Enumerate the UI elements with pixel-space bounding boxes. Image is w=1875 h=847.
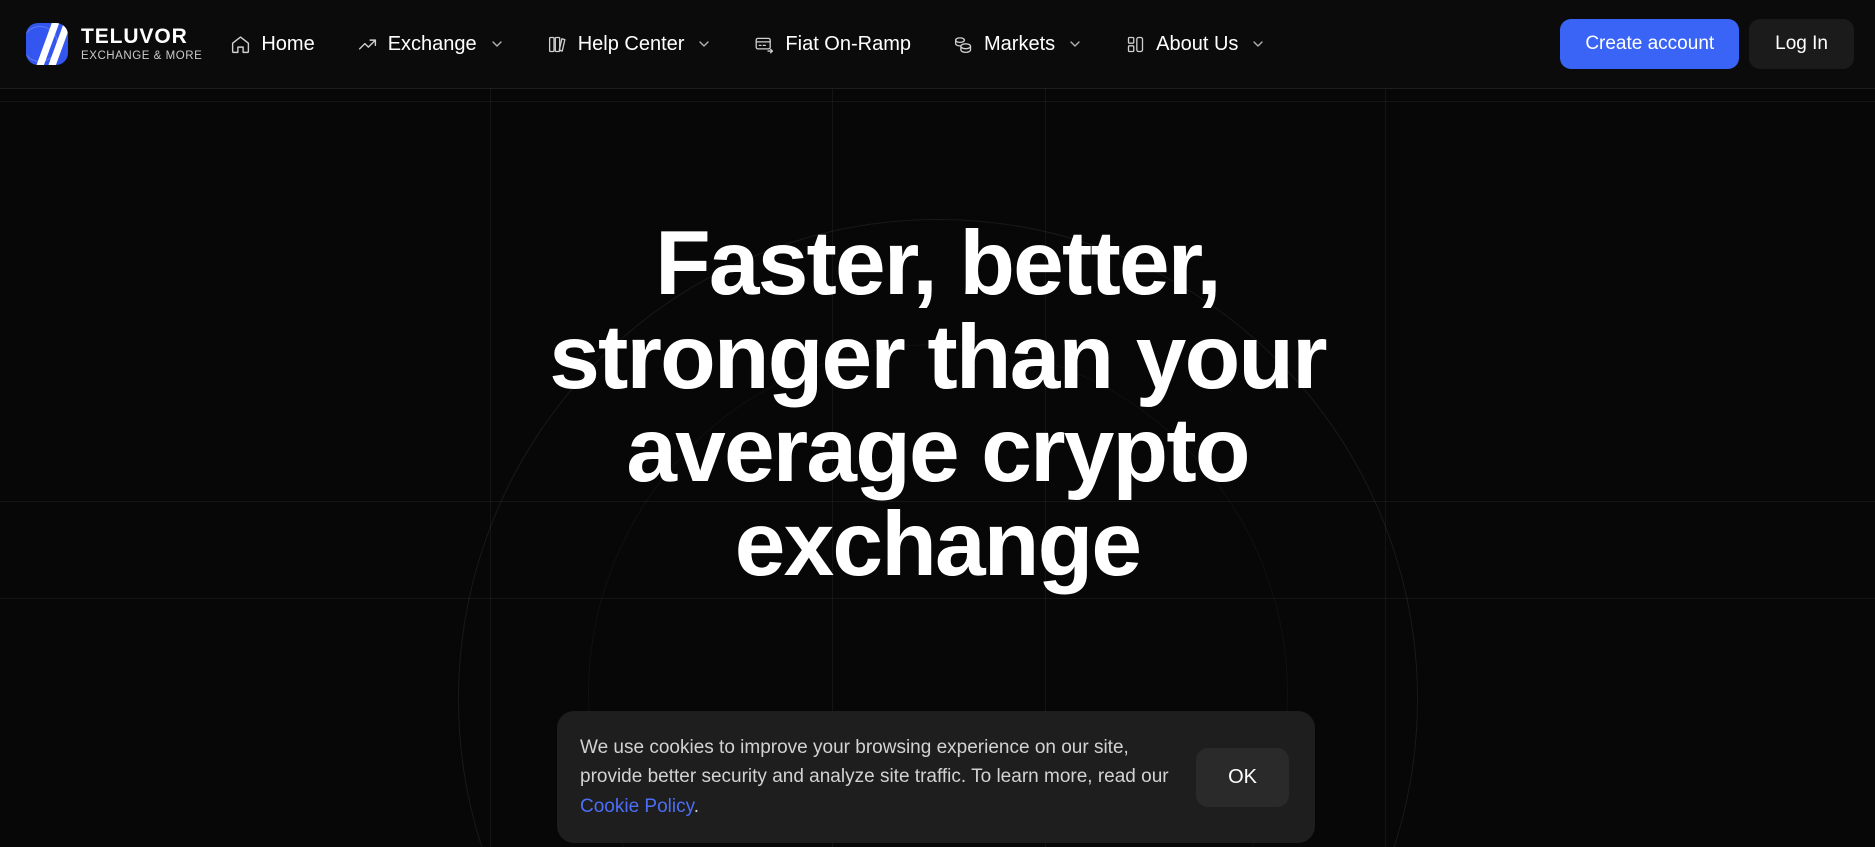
coins-icon	[953, 34, 974, 55]
chevron-down-icon[interactable]	[489, 36, 505, 52]
books-icon	[547, 34, 568, 55]
nav-label-fiat-on-ramp: Fiat On-Ramp	[785, 32, 911, 55]
hero-headline: Faster, better, stronger than your avera…	[549, 213, 1327, 596]
brand-text: TELUVOR EXCHANGE & MORE	[81, 26, 202, 63]
cookie-text-after-link: .	[693, 795, 699, 817]
nav-item-markets[interactable]: Markets	[943, 25, 1093, 64]
chevron-down-icon[interactable]	[1250, 36, 1266, 52]
grid-line-horizontal	[0, 598, 1875, 599]
nav-label-home: Home	[261, 32, 315, 55]
nav-label-markets: Markets	[984, 32, 1056, 55]
brand-tagline: EXCHANGE & MORE	[81, 49, 203, 62]
chevron-down-icon[interactable]	[1067, 36, 1083, 52]
card-arrow-icon	[754, 34, 775, 55]
main-navigation: Home Exchange Help Center Fiat On-Ramp M…	[220, 25, 1560, 64]
nav-item-exchange[interactable]: Exchange	[347, 25, 515, 64]
nav-label-about-us: About Us	[1156, 32, 1239, 55]
building-blocks-icon	[1125, 34, 1146, 55]
grid-line-horizontal	[0, 101, 1875, 102]
create-account-button[interactable]: Create account	[1560, 19, 1740, 69]
login-button[interactable]: Log In	[1749, 19, 1854, 69]
site-header: TELUVOR EXCHANGE & MORE Home Exchange He…	[0, 0, 1875, 89]
teluvor-slash-logo-icon	[26, 23, 68, 65]
grid-line-vertical	[1385, 89, 1386, 847]
cookie-banner-text: We use cookies to improve your browsing …	[580, 733, 1178, 821]
page-root: TELUVOR EXCHANGE & MORE Home Exchange He…	[0, 0, 1875, 847]
nav-item-help-center[interactable]: Help Center	[537, 25, 723, 64]
nav-item-about-us[interactable]: About Us	[1115, 25, 1276, 64]
nav-item-fiat-on-ramp[interactable]: Fiat On-Ramp	[744, 25, 921, 64]
brand-logo[interactable]: TELUVOR EXCHANGE & MORE	[26, 23, 202, 65]
home-icon	[230, 34, 251, 55]
header-actions: Create account Log In	[1560, 19, 1854, 69]
brand-name: TELUVOR	[81, 24, 188, 48]
cookie-policy-link[interactable]: Cookie Policy	[580, 796, 694, 817]
nav-item-home[interactable]: Home	[220, 25, 324, 64]
chevron-down-icon[interactable]	[696, 36, 712, 52]
cookie-consent-banner: We use cookies to improve your browsing …	[557, 711, 1315, 844]
nav-label-exchange: Exchange	[387, 32, 477, 55]
trending-up-icon	[357, 34, 378, 55]
nav-label-help-center: Help Center	[577, 32, 685, 55]
grid-line-vertical	[490, 89, 491, 847]
cookie-accept-button[interactable]: OK	[1196, 747, 1289, 807]
cookie-text-before-link: We use cookies to improve your browsing …	[580, 737, 1169, 788]
